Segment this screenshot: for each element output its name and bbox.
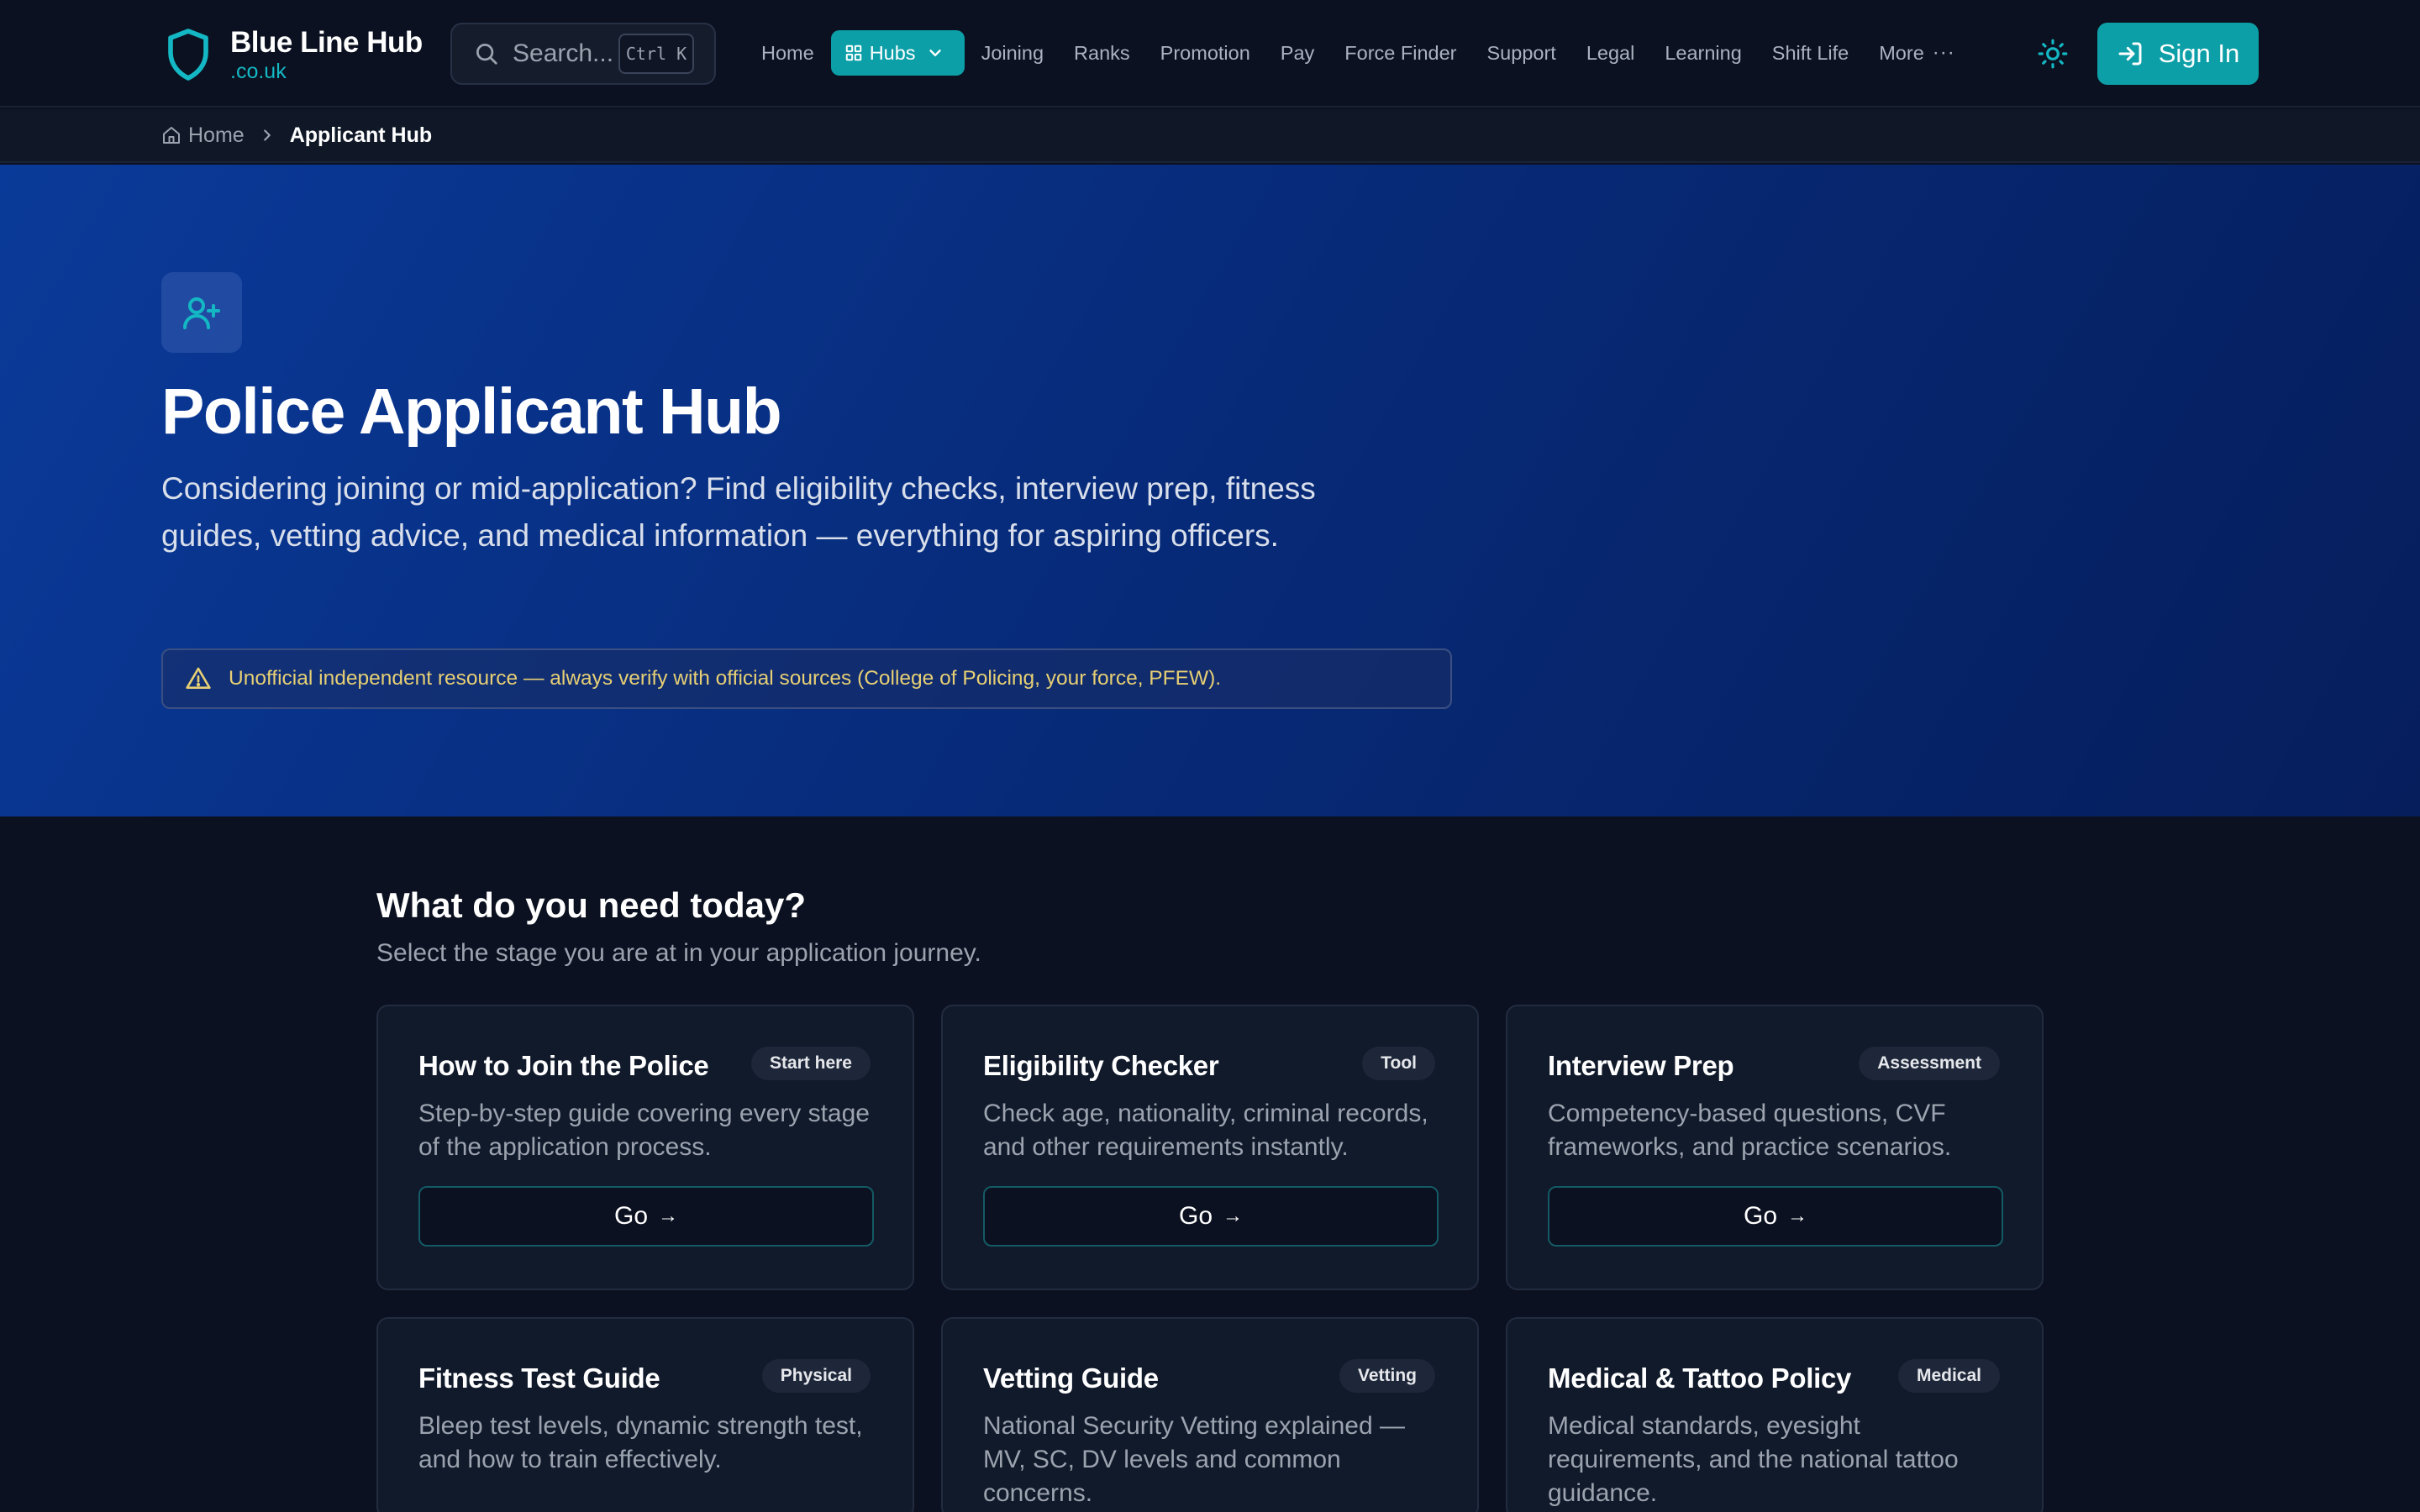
card-description: Check age, nationality, criminal records…	[983, 1100, 1428, 1161]
card-badge: Assessment	[1859, 1047, 2000, 1080]
nav-joining[interactable]: Joining	[966, 30, 1059, 76]
card-badge: Physical	[761, 1359, 871, 1393]
card-title: Interview Prep	[1548, 1050, 1734, 1081]
search-input[interactable]: Search... Ctrl K	[450, 23, 716, 85]
card-medical-tattoo[interactable]: Medical & Tattoo Policy Medical Medical …	[1506, 1317, 2044, 1512]
go-label: Go	[613, 1202, 649, 1230]
card-description: Bleep test levels, dynamic strength test…	[418, 1412, 863, 1473]
disclaimer-notice: Unofficial independent resource — always…	[161, 648, 1452, 709]
more-dots-icon: ···	[1932, 41, 1955, 64]
sign-in-label: Sign In	[2158, 39, 2240, 68]
sun-icon[interactable]	[2037, 38, 2069, 70]
hero-banner: Police Applicant Hub Considering joining…	[0, 165, 2420, 816]
card-fitness-test[interactable]: Fitness Test Guide Physical Bleep test l…	[376, 1317, 914, 1512]
chevron-down-icon	[929, 50, 941, 56]
hero-description: Considering joining or mid-application? …	[161, 471, 1316, 553]
section-title: What do you need today?	[376, 885, 806, 925]
nav-support[interactable]: Support	[1472, 30, 1571, 76]
go-label: Go	[1178, 1202, 1213, 1230]
nav-more-label: More	[1879, 41, 1924, 64]
card-description: Step-by-step guide covering every stage …	[418, 1100, 870, 1161]
top-nav: Blue Line Hub .co.uk Search... Ctrl K Ho…	[0, 0, 2420, 108]
nav-hubs-label: Hubs	[869, 41, 916, 64]
hero-icon-tile	[161, 272, 242, 353]
main-menu: Home Hubs Joining Ranks Promotion Pay Fo…	[746, 30, 1970, 76]
go-button[interactable]: Go →	[418, 1186, 874, 1247]
nav-hubs[interactable]: Hubs	[830, 30, 965, 76]
card-eligibility-checker[interactable]: Eligibility Checker Tool Check age, nati…	[941, 1005, 1479, 1290]
card-vetting-guide[interactable]: Vetting Guide Vetting National Security …	[941, 1317, 1479, 1512]
arrow-right-icon: →	[1787, 1205, 1808, 1227]
breadcrumb-current: Applicant Hub	[289, 123, 433, 147]
card-description: Medical standards, eyesight requirements…	[1548, 1412, 1959, 1507]
nav-legal[interactable]: Legal	[1571, 30, 1650, 76]
brand-domain: .co.uk	[230, 60, 287, 83]
card-badge: Vetting	[1339, 1359, 1435, 1393]
nav-learning[interactable]: Learning	[1649, 30, 1756, 76]
breadcrumb: Home Applicant Hub	[0, 109, 2420, 163]
breadcrumb-home-label: Home	[188, 123, 245, 147]
card-description: National Security Vetting explained — MV…	[983, 1412, 1405, 1507]
card-how-to-join[interactable]: How to Join the Police Start here Step-b…	[376, 1005, 914, 1290]
card-title: Eligibility Checker	[983, 1050, 1219, 1081]
disclaimer-text: Unofficial independent resource — always…	[229, 667, 1222, 690]
card-title: Fitness Test Guide	[418, 1362, 660, 1394]
nav-force-finder[interactable]: Force Finder	[1329, 30, 1471, 76]
brand-name: Blue Line Hub	[230, 26, 423, 59]
nav-shift-life[interactable]: Shift Life	[1757, 30, 1864, 76]
user-plus-icon	[183, 297, 220, 329]
arrow-right-icon: →	[658, 1205, 679, 1227]
arrow-right-icon: →	[1223, 1205, 1244, 1227]
shield-icon	[168, 29, 208, 81]
page-title: Police Applicant Hub	[161, 375, 782, 448]
breadcrumb-home[interactable]: Home	[161, 123, 245, 148]
search-placeholder: Search...	[513, 39, 614, 67]
card-title: Vetting Guide	[983, 1362, 1159, 1394]
card-badge: Medical	[1897, 1359, 2000, 1393]
card-title: Medical & Tattoo Policy	[1548, 1362, 1852, 1394]
nav-ranks[interactable]: Ranks	[1059, 30, 1145, 76]
search-shortcut: Ctrl K	[618, 34, 694, 74]
nav-promotion[interactable]: Promotion	[1145, 30, 1265, 76]
grid-icon	[845, 45, 861, 61]
card-interview-prep[interactable]: Interview Prep Assessment Competency-bas…	[1506, 1005, 2044, 1290]
nav-more[interactable]: More ···	[1864, 30, 1970, 76]
go-label: Go	[1743, 1202, 1778, 1230]
go-button[interactable]: Go →	[983, 1186, 1439, 1247]
card-description: Competency-based questions, CVF framewor…	[1548, 1100, 1952, 1161]
go-button[interactable]: Go →	[1548, 1186, 2003, 1247]
card-badge: Tool	[1362, 1047, 1435, 1080]
nav-pay[interactable]: Pay	[1265, 30, 1330, 76]
home-icon	[163, 127, 180, 144]
card-title: How to Join the Police	[418, 1050, 709, 1081]
chevron-right-icon	[263, 129, 271, 141]
section-subtitle: Select the stage you are at in your appl…	[376, 939, 981, 967]
brand-logo[interactable]: Blue Line Hub .co.uk	[165, 25, 423, 84]
warning-icon	[186, 667, 211, 689]
search-icon	[476, 44, 497, 65]
sign-in-button[interactable]: Sign In	[2097, 23, 2259, 85]
nav-home[interactable]: Home	[746, 30, 829, 76]
card-badge: Start here	[750, 1047, 871, 1080]
login-icon	[2118, 42, 2142, 66]
